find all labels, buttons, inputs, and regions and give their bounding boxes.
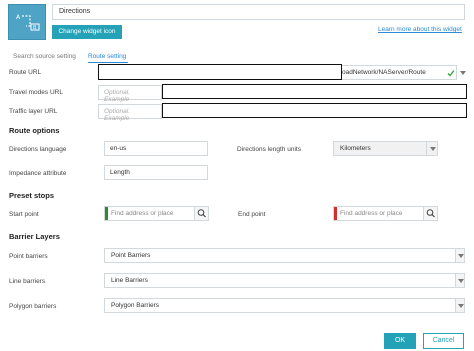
start-point-label: Start point xyxy=(9,211,39,218)
line-barriers-select[interactable]: Line Barriers xyxy=(104,273,465,288)
check-icon xyxy=(447,70,455,77)
redaction-box xyxy=(98,64,342,80)
length-units-label: Directions length units xyxy=(237,146,301,153)
travel-modes-input[interactable]: Optional. Example xyxy=(98,85,162,103)
tab-search-source-setting[interactable]: Search source setting xyxy=(13,53,76,60)
chevron-down-icon xyxy=(455,274,464,287)
barrier-layers-title: Barrier Layers xyxy=(9,232,60,241)
learn-more-link[interactable]: Learn more about this widget xyxy=(378,26,462,33)
traffic-layer-label: Traffic layer URL xyxy=(9,108,58,115)
svg-text:A: A xyxy=(16,14,21,21)
end-point-label: End point xyxy=(238,211,266,218)
route-url-label: Route URL xyxy=(9,69,42,76)
point-barriers-select[interactable]: Point Barriers xyxy=(104,248,465,263)
widget-icon[interactable]: A B xyxy=(8,4,46,40)
polygon-barriers-value: Polygon Barriers xyxy=(111,302,160,309)
preset-stops-title: Preset stops xyxy=(9,191,55,200)
redaction-box xyxy=(162,84,467,99)
widget-name-input[interactable]: Directions xyxy=(52,4,465,20)
search-icon[interactable] xyxy=(423,207,437,220)
line-barriers-label: Line barriers xyxy=(9,278,46,285)
redaction-box xyxy=(162,103,467,118)
impedance-attribute-label: Impedance attribute xyxy=(9,170,67,177)
point-barriers-label: Point barriers xyxy=(9,253,48,260)
ok-button[interactable]: OK xyxy=(384,333,416,349)
start-point-placeholder: Find address or place xyxy=(111,210,174,217)
change-widget-icon-button[interactable]: Change widget icon xyxy=(52,25,122,39)
tab-route-setting[interactable]: Route setting xyxy=(88,53,126,60)
start-point-search[interactable]: Find address or place xyxy=(104,206,209,221)
length-units-select[interactable]: Kilometers xyxy=(333,141,438,156)
length-units-value: Kilometers xyxy=(340,145,371,152)
chevron-down-icon[interactable] xyxy=(460,71,466,75)
active-tab-indicator xyxy=(88,62,128,63)
directions-language-input[interactable]: en-us xyxy=(104,141,208,156)
directions-language-label: Directions language xyxy=(9,146,67,153)
end-point-placeholder: Find address or place xyxy=(340,210,403,217)
traffic-layer-input[interactable]: Optional. Example xyxy=(98,104,162,122)
chevron-down-icon xyxy=(455,249,464,262)
directions-icon: A B xyxy=(16,14,40,31)
cancel-button[interactable]: Cancel xyxy=(423,333,464,349)
polygon-barriers-select[interactable]: Polygon Barriers xyxy=(104,298,465,313)
point-barriers-value: Point Barriers xyxy=(111,252,151,259)
travel-modes-label: Travel modes URL xyxy=(9,89,63,96)
chevron-down-icon xyxy=(455,299,464,312)
route-url-value: oadNetwork/NAServer/Route xyxy=(342,69,426,76)
polygon-barriers-label: Polygon barriers xyxy=(9,303,57,310)
route-options-title: Route options xyxy=(9,126,60,135)
search-icon[interactable] xyxy=(194,207,208,220)
impedance-attribute-input[interactable]: Length xyxy=(104,165,208,180)
chevron-down-icon xyxy=(426,142,437,155)
end-color-stripe xyxy=(334,207,337,220)
svg-text:B: B xyxy=(33,25,37,31)
line-barriers-value: Line Barriers xyxy=(111,277,148,284)
end-point-search[interactable]: Find address or place xyxy=(333,206,438,221)
start-color-stripe xyxy=(105,207,108,220)
